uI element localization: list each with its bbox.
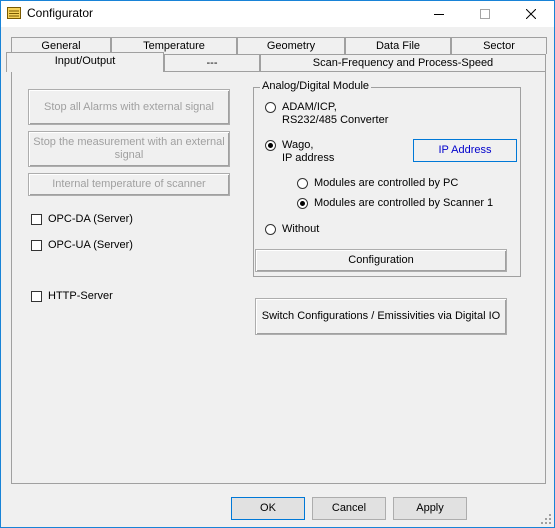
radio-controlled-by-scanner[interactable]: Modules are controlled by Scanner 1 xyxy=(297,197,493,210)
opc-ua-label: OPC-UA (Server) xyxy=(48,239,133,251)
tab-sector[interactable]: Sector xyxy=(451,37,547,54)
close-button[interactable] xyxy=(508,1,554,27)
maximize-icon xyxy=(480,9,490,19)
stop-alarms-button[interactable]: Stop all Alarms with external signal xyxy=(28,89,230,125)
window-title: Configurator xyxy=(27,6,94,20)
group-label: Analog/Digital Module xyxy=(260,80,372,92)
radio-pc-label: Modules are controlled by PC xyxy=(314,177,459,189)
stop-measurement-button[interactable]: Stop the measurement with an external si… xyxy=(28,131,230,167)
radio-wago-label: Wago, IP address xyxy=(282,139,335,164)
ip-address-button[interactable]: IP Address xyxy=(413,139,517,162)
minimize-icon xyxy=(434,14,444,15)
radio-indicator[interactable] xyxy=(297,178,308,189)
internal-temperature-button[interactable]: Internal temperature of scanner xyxy=(28,173,230,196)
tab-geometry[interactable]: Geometry xyxy=(237,37,345,54)
radio-controlled-by-pc[interactable]: Modules are controlled by PC xyxy=(297,177,458,190)
title-bar: Configurator xyxy=(1,1,554,27)
cancel-button[interactable]: Cancel xyxy=(312,497,386,520)
tab-input-output[interactable]: Input/Output xyxy=(6,52,164,72)
radio-indicator[interactable] xyxy=(265,224,276,235)
app-icon xyxy=(7,7,21,19)
opc-ua-checkbox[interactable]: OPC-UA (Server) xyxy=(31,239,133,251)
checkbox-box[interactable] xyxy=(31,290,42,302)
radio-indicator[interactable] xyxy=(297,198,308,209)
radio-without[interactable]: Without xyxy=(265,223,319,236)
http-server-label: HTTP-Server xyxy=(48,290,113,302)
configurator-window: Configurator General Temperature Geometr… xyxy=(0,0,555,528)
radio-indicator[interactable] xyxy=(265,140,276,151)
switch-configurations-button[interactable]: Switch Configurations / Emissivities via… xyxy=(255,298,507,335)
radio-adam-icp[interactable]: ADAM/ICP, RS232/485 Converter xyxy=(265,101,388,127)
ok-button[interactable]: OK xyxy=(231,497,305,520)
http-server-checkbox[interactable]: HTTP-Server xyxy=(31,290,113,302)
close-icon xyxy=(526,9,536,19)
checkbox-box[interactable] xyxy=(31,239,42,251)
radio-adam-label: ADAM/ICP, RS232/485 Converter xyxy=(282,101,389,126)
tab-scan-frequency[interactable]: Scan-Frequency and Process-Speed xyxy=(260,54,546,71)
radio-scanner-label: Modules are controlled by Scanner 1 xyxy=(314,197,494,209)
maximize-button[interactable] xyxy=(462,1,508,27)
radio-without-label: Without xyxy=(282,223,320,235)
checkbox-box[interactable] xyxy=(31,213,42,225)
tab-dashes[interactable]: --- xyxy=(164,54,260,71)
opc-da-checkbox[interactable]: OPC-DA (Server) xyxy=(31,213,133,225)
configuration-button[interactable]: Configuration xyxy=(255,249,507,272)
size-grip-icon[interactable] xyxy=(540,513,552,525)
opc-da-label: OPC-DA (Server) xyxy=(48,213,133,225)
minimize-button[interactable] xyxy=(416,1,462,27)
radio-wago[interactable]: Wago, IP address xyxy=(265,139,334,165)
apply-button[interactable]: Apply xyxy=(393,497,467,520)
radio-indicator[interactable] xyxy=(265,102,276,113)
tab-data-file[interactable]: Data File xyxy=(345,37,451,54)
